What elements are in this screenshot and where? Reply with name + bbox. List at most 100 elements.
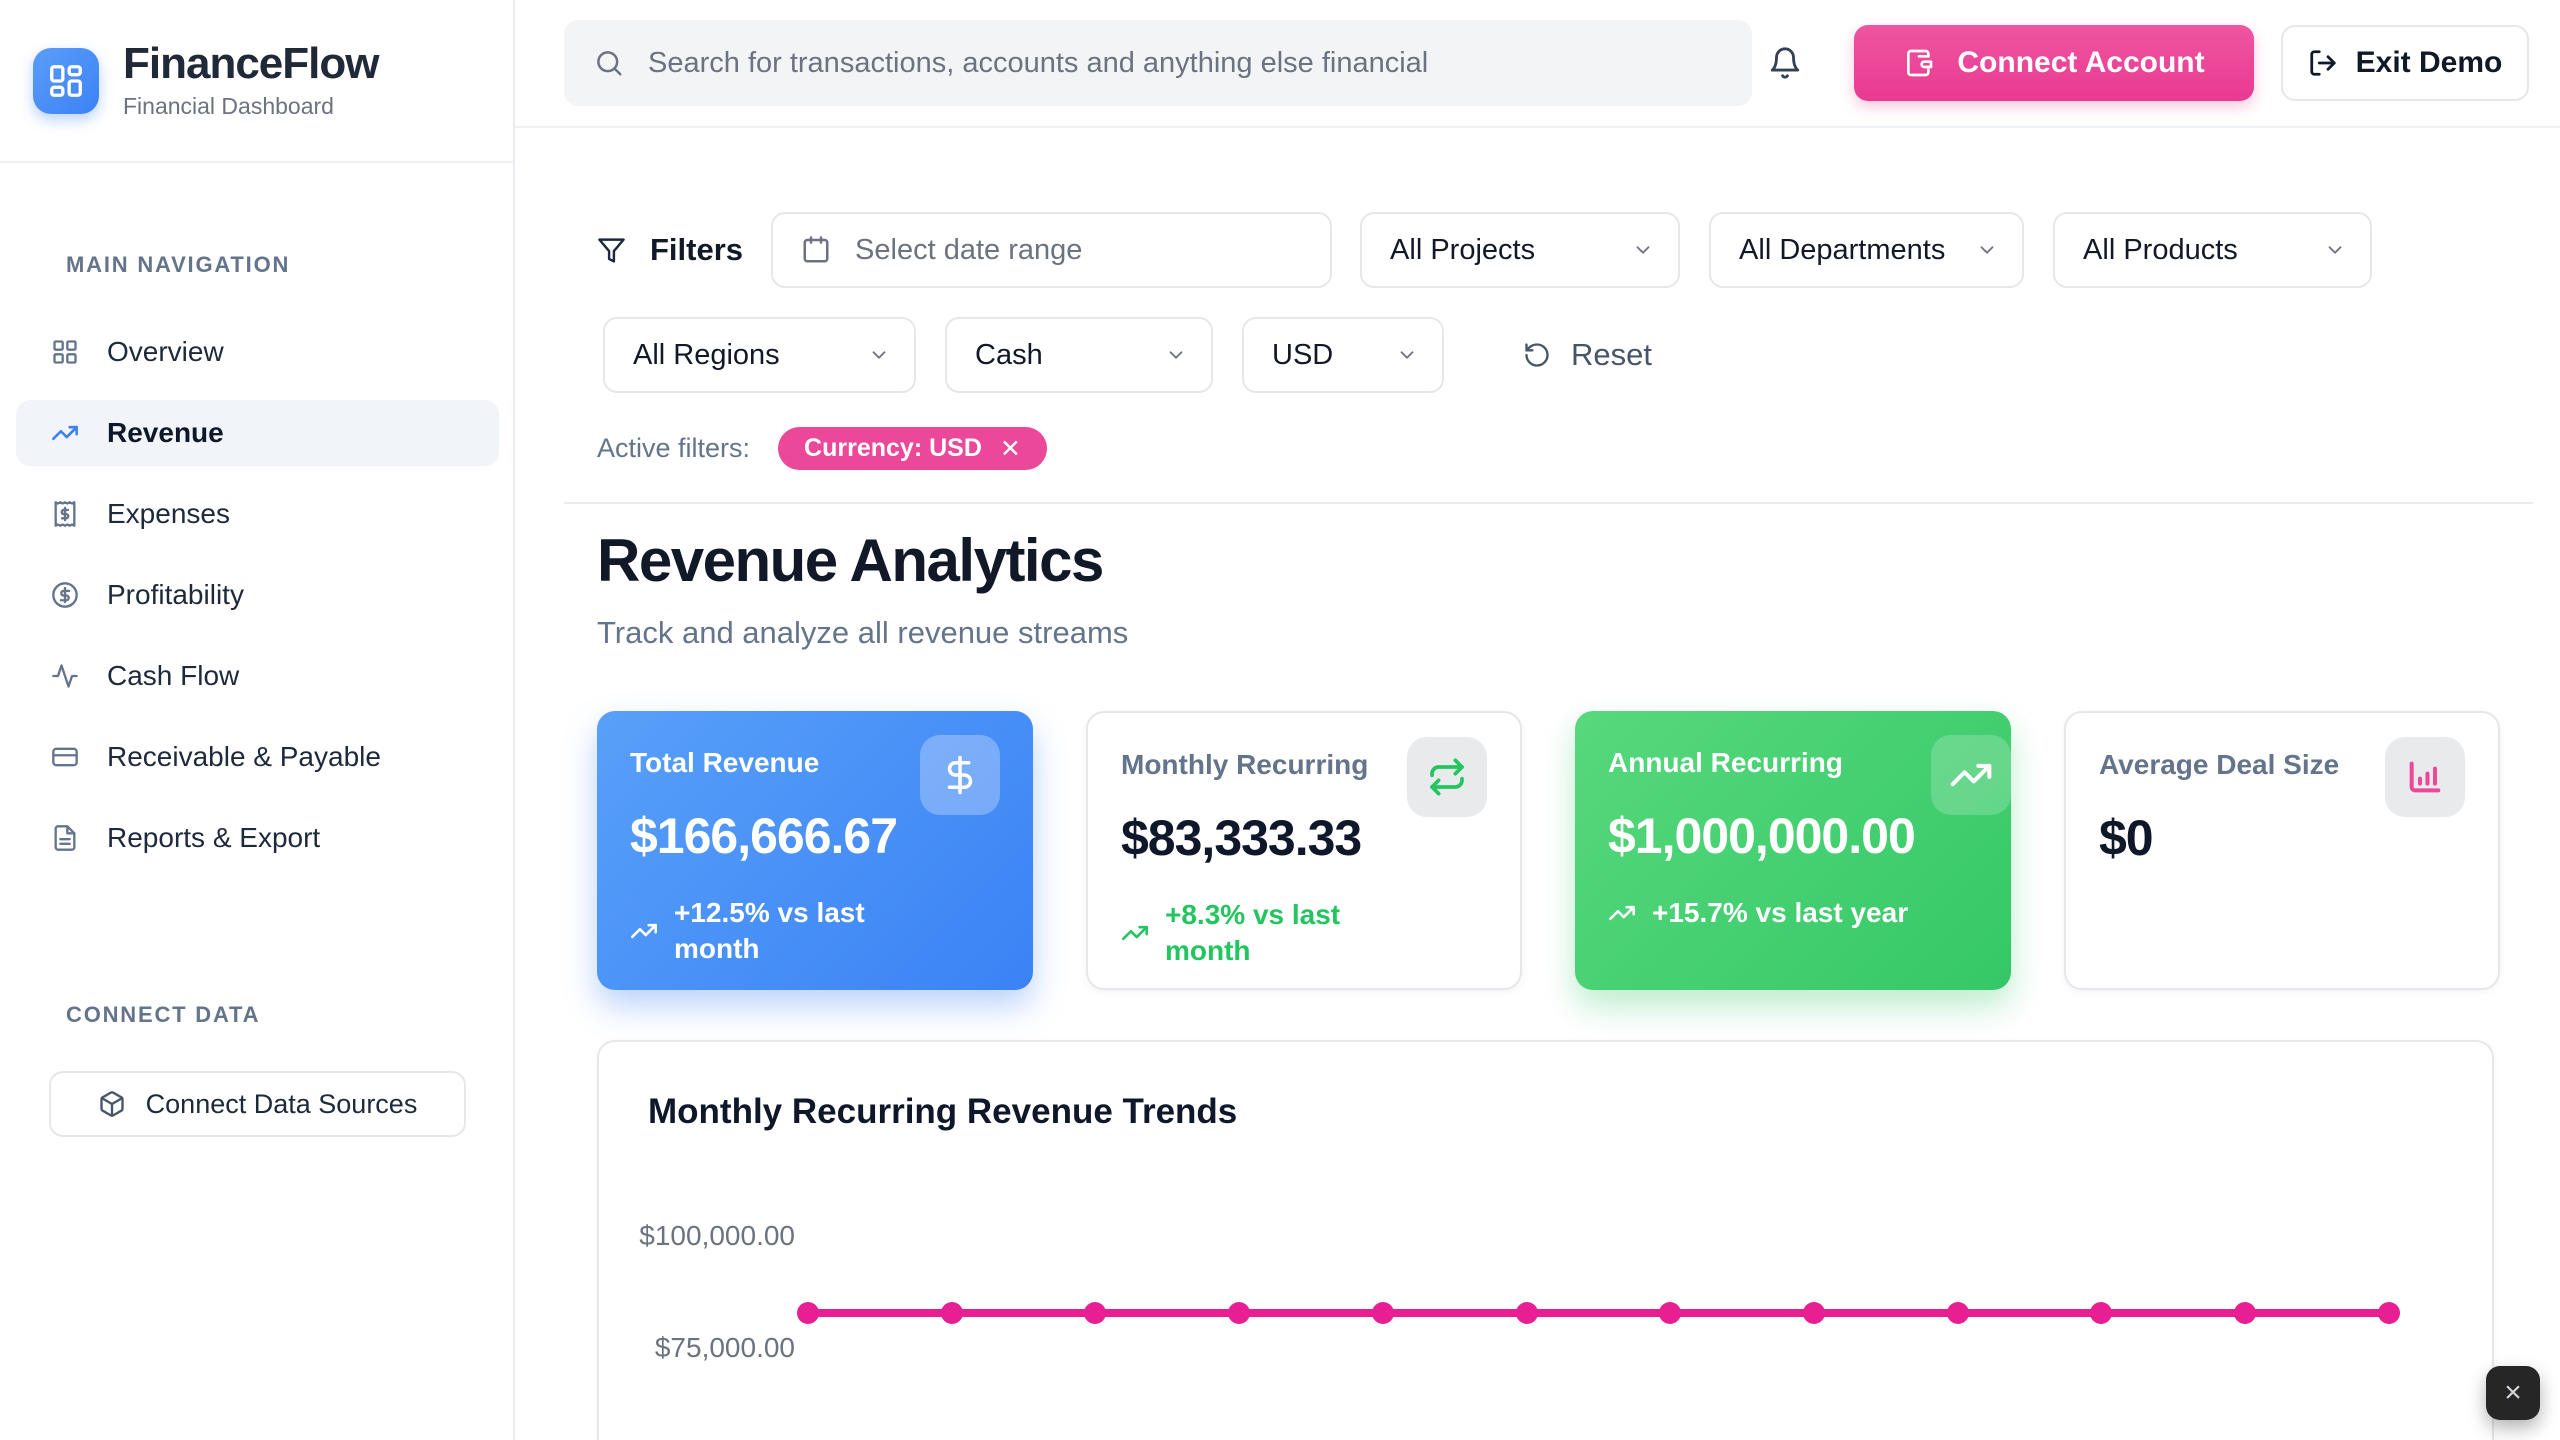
chart-title: Monthly Recurring Revenue Trends	[648, 1092, 1237, 1132]
search-bar[interactable]	[564, 20, 1752, 106]
stat-card-monthly-recurring[interactable]: Monthly Recurring $83,333.33 +8.3% vs la…	[1086, 711, 1522, 990]
log-out-icon	[2308, 48, 2338, 78]
currency-filter-chip[interactable]: Currency: USD ✕	[778, 427, 1047, 470]
data-point[interactable]	[1659, 1302, 1681, 1324]
data-point[interactable]	[1228, 1302, 1250, 1324]
mrr-trends-chart-card: Monthly Recurring Revenue Trends $100,00…	[597, 1040, 2494, 1440]
filters-head: Filters	[597, 232, 743, 268]
currency-dropdown-value: USD	[1272, 339, 1333, 372]
exit-demo-button[interactable]: Exit Demo	[2281, 25, 2529, 101]
sidebar-item-label: Reports & Export	[107, 822, 320, 854]
data-point[interactable]	[1516, 1302, 1538, 1324]
stat-delta: +15.7% vs last year	[1608, 895, 1978, 931]
sidebar-section-connect-data: CONNECT DATA	[66, 1002, 260, 1028]
sidebar-item-profitability[interactable]: Profitability	[16, 562, 499, 628]
stat-cards: Total Revenue $166,666.67 +12.5% vs last…	[597, 711, 2500, 990]
data-point[interactable]	[1084, 1302, 1106, 1324]
date-range-placeholder: Select date range	[855, 234, 1082, 267]
chevron-down-icon	[1976, 239, 1998, 261]
brand-text: FinanceFlow Financial Dashboard	[123, 41, 378, 119]
wallet-icon	[1903, 47, 1935, 79]
trending-up-icon	[630, 917, 658, 945]
active-filters-label: Active filters:	[597, 433, 750, 464]
sidebar-item-receivable-payable[interactable]: Receivable & Payable	[16, 724, 499, 790]
credit-card-icon	[51, 743, 79, 771]
filters-row-1: Filters Select date range All Projects A…	[597, 212, 2372, 288]
search-input[interactable]	[648, 47, 1722, 80]
sidebar-item-cash-flow[interactable]: Cash Flow	[16, 643, 499, 709]
connect-data-sources-button[interactable]: Connect Data Sources	[49, 1071, 466, 1137]
method-dropdown[interactable]: Cash	[945, 317, 1213, 393]
y-axis-tick: $100,000.00	[639, 1220, 795, 1252]
regions-dropdown[interactable]: All Regions	[603, 317, 916, 393]
repeat-icon	[1407, 737, 1487, 817]
projects-dropdown[interactable]: All Projects	[1360, 212, 1680, 288]
stat-value: $1,000,000.00	[1608, 807, 1978, 865]
data-point[interactable]	[941, 1302, 963, 1324]
stat-label: Annual Recurring	[1608, 747, 1978, 779]
bar-chart-icon	[2385, 737, 2465, 817]
data-point[interactable]	[1372, 1302, 1394, 1324]
sidebar-item-label: Receivable & Payable	[107, 741, 381, 773]
projects-dropdown-value: All Projects	[1390, 234, 1535, 267]
date-range-picker[interactable]: Select date range	[771, 212, 1332, 288]
sidebar-item-reports-export[interactable]: Reports & Export	[16, 805, 499, 871]
active-filters: Active filters: Currency: USD ✕	[597, 427, 1047, 470]
financeflow-app: FinanceFlow Financial Dashboard MAIN NAV…	[0, 0, 2560, 1440]
sidebar: FinanceFlow Financial Dashboard MAIN NAV…	[0, 0, 515, 1440]
products-dropdown[interactable]: All Products	[2053, 212, 2372, 288]
currency-dropdown[interactable]: USD	[1242, 317, 1444, 393]
dollar-icon	[920, 735, 1000, 815]
data-point[interactable]	[2378, 1302, 2400, 1324]
stat-card-total-revenue[interactable]: Total Revenue $166,666.67 +12.5% vs last…	[597, 711, 1033, 990]
notifications-button[interactable]	[1760, 38, 1810, 88]
departments-dropdown[interactable]: All Departments	[1709, 212, 2024, 288]
chevron-down-icon	[868, 344, 890, 366]
page-title: Revenue Analytics	[597, 526, 1103, 595]
stat-card-annual-recurring[interactable]: Annual Recurring $1,000,000.00 +15.7% vs…	[1575, 711, 2011, 990]
receipt-icon	[51, 500, 79, 528]
stat-card-average-deal-size[interactable]: Average Deal Size $0	[2064, 711, 2500, 990]
bell-icon	[1768, 46, 1802, 80]
layout-grid-icon	[51, 338, 79, 366]
calendar-icon	[801, 235, 831, 265]
search-icon	[594, 48, 624, 78]
stat-value: $83,333.33	[1121, 809, 1487, 867]
app-subtitle: Financial Dashboard	[123, 93, 378, 120]
filter-funnel-icon	[597, 236, 626, 265]
data-point[interactable]	[2090, 1302, 2112, 1324]
stat-value: $166,666.67	[630, 807, 1000, 865]
trending-up-icon	[1608, 899, 1636, 927]
stat-delta: +8.3% vs last month	[1121, 897, 1487, 970]
sidebar-item-label: Expenses	[107, 498, 230, 530]
data-point[interactable]	[797, 1302, 819, 1324]
exit-demo-label: Exit Demo	[2356, 46, 2503, 80]
main-content: Filters Select date range All Projects A…	[515, 128, 2560, 1440]
chart-line-series	[797, 1302, 2400, 1324]
data-point[interactable]	[2234, 1302, 2256, 1324]
reset-label: Reset	[1571, 337, 1652, 373]
regions-dropdown-value: All Regions	[633, 339, 780, 372]
close-overlay-button[interactable]: ×	[2486, 1366, 2540, 1420]
chevron-down-icon	[1396, 344, 1418, 366]
sidebar-item-expenses[interactable]: Expenses	[16, 481, 499, 547]
trending-up-icon	[1121, 919, 1149, 947]
app-title: FinanceFlow	[123, 41, 378, 87]
connect-account-label: Connect Account	[1957, 46, 2204, 80]
filters-title: Filters	[650, 232, 743, 268]
stat-delta-text: +8.3% vs last month	[1165, 897, 1415, 970]
data-point[interactable]	[1803, 1302, 1825, 1324]
brand: FinanceFlow Financial Dashboard	[0, 0, 513, 163]
remove-filter-icon[interactable]: ✕	[1000, 434, 1021, 464]
chevron-down-icon	[1632, 239, 1654, 261]
sidebar-nav: Overview Revenue Expenses	[16, 319, 499, 886]
connect-account-button[interactable]: Connect Account	[1854, 25, 2254, 101]
sidebar-item-label: Overview	[107, 336, 224, 368]
page-subtitle: Track and analyze all revenue streams	[597, 615, 1128, 651]
sidebar-item-overview[interactable]: Overview	[16, 319, 499, 385]
stat-delta: +12.5% vs last month	[630, 895, 1000, 968]
sidebar-item-revenue[interactable]: Revenue	[16, 400, 499, 466]
rotate-ccw-icon	[1523, 341, 1551, 369]
reset-filters-button[interactable]: Reset	[1523, 337, 1652, 373]
data-point[interactable]	[1947, 1302, 1969, 1324]
